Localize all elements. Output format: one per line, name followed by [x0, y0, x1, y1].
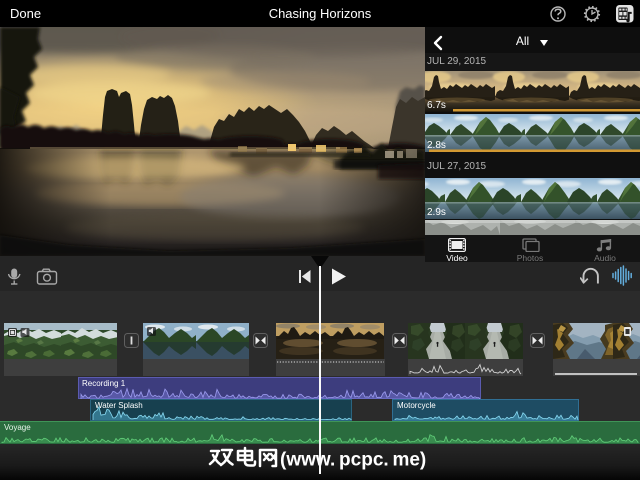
- svg-text:(www. pcpc. me): (www. pcpc. me): [280, 450, 426, 471]
- svg-text:2.8s: 2.8s: [427, 140, 446, 151]
- svg-text:2.9s: 2.9s: [427, 207, 446, 218]
- svg-text:6.7s: 6.7s: [427, 100, 446, 111]
